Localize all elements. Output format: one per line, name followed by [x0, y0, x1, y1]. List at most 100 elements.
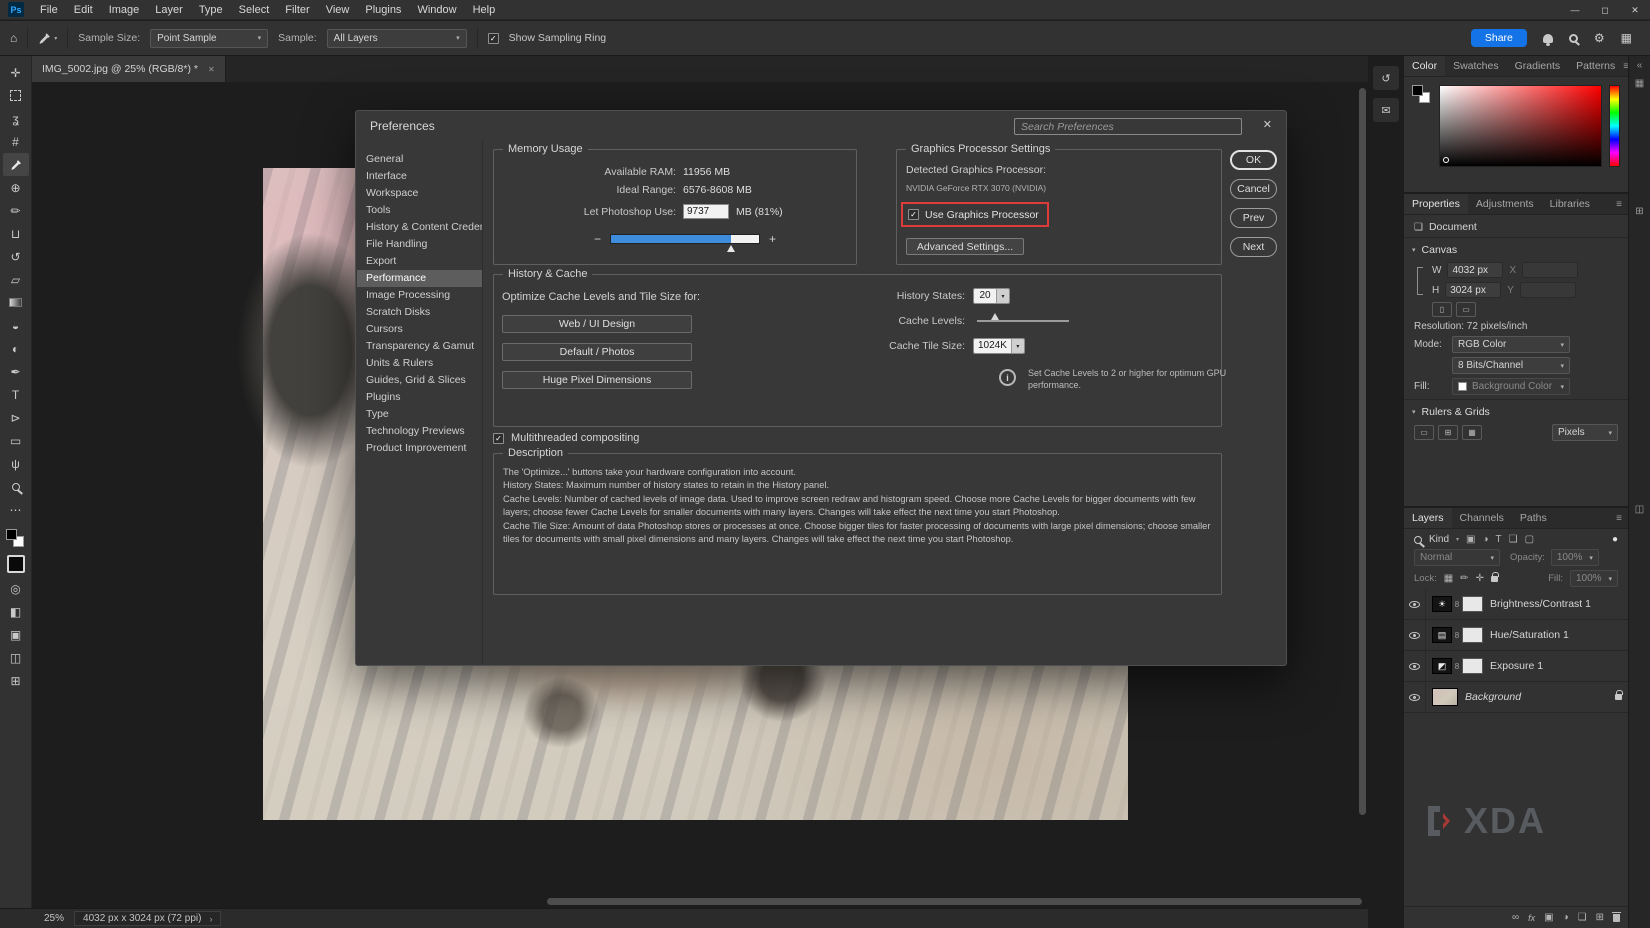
tab-patterns[interactable]: Patterns: [1568, 56, 1623, 76]
tab-adjustments[interactable]: Adjustments: [1468, 194, 1542, 214]
new-layer-icon[interactable]: ⊞: [1596, 912, 1604, 923]
screen-mode-button[interactable]: ◧: [3, 600, 29, 623]
cache-levels-slider[interactable]: [977, 320, 1069, 322]
foreground-swatch[interactable]: [1412, 85, 1423, 96]
layer-row[interactable]: ▤ 8 Hue/Saturation 1: [1404, 620, 1628, 651]
adjustment-thumbnail[interactable]: ▤: [1432, 627, 1452, 643]
menu-item-window[interactable]: Window: [409, 0, 464, 20]
layer-mask-thumbnail[interactable]: [1462, 596, 1483, 612]
workspace-icon[interactable]: ▦: [1635, 78, 1644, 89]
foreground-swatch[interactable]: [6, 529, 17, 540]
zoom-level[interactable]: 25%: [44, 913, 64, 924]
guides-toggle-button[interactable]: ▦: [1462, 425, 1482, 440]
share-button[interactable]: Share: [1471, 29, 1527, 47]
layer-name[interactable]: Brightness/Contrast 1: [1490, 598, 1591, 610]
dialog-close-icon[interactable]: ✕: [1263, 118, 1272, 131]
saturation-brightness-field[interactable]: [1439, 85, 1602, 167]
menu-item-image[interactable]: Image: [101, 0, 148, 20]
vertical-scrollbar[interactable]: [1359, 88, 1366, 815]
tab-properties[interactable]: Properties: [1404, 194, 1468, 214]
adjustment-thumbnail[interactable]: ☀: [1432, 596, 1452, 612]
canvas-section-header[interactable]: ▾ Canvas: [1404, 240, 1628, 260]
sidebar-item-plugins[interactable]: Plugins: [357, 389, 482, 406]
lasso-tool[interactable]: ʓ: [3, 107, 29, 130]
history-brush-tool[interactable]: ↺: [3, 245, 29, 268]
tab-gradients[interactable]: Gradients: [1507, 56, 1569, 76]
panel-dock-icon[interactable]: ◫: [1635, 504, 1644, 515]
tab-close-icon[interactable]: ✕: [208, 65, 215, 74]
filter-toggle-icon[interactable]: ●: [1612, 534, 1618, 545]
move-tool[interactable]: ✛: [3, 61, 29, 84]
filter-smart-object-icon[interactable]: ▢: [1525, 534, 1534, 545]
sidebar-item-units-rulers[interactable]: Units & Rulers: [357, 355, 482, 372]
visibility-toggle[interactable]: [1404, 620, 1426, 650]
sidebar-item-guides-grid-slices[interactable]: Guides, Grid & Slices: [357, 372, 482, 389]
sample-size-select[interactable]: Point Sample ▾: [150, 29, 268, 48]
eyedropper-preset-icon[interactable]: ▾: [38, 32, 57, 45]
zoom-tool[interactable]: [3, 475, 29, 498]
workspace-icon[interactable]: ▦: [1621, 31, 1632, 45]
landscape-orientation-button[interactable]: ▭: [1456, 302, 1476, 317]
history-panel-button[interactable]: ↺: [1373, 66, 1399, 90]
shape-tool[interactable]: ▭: [3, 429, 29, 452]
ram-slider-thumb[interactable]: [727, 245, 735, 252]
lock-position-icon[interactable]: ✛: [1476, 573, 1484, 584]
horizontal-scrollbar[interactable]: [547, 898, 1362, 905]
lock-all-icon[interactable]: [1491, 576, 1498, 582]
filter-type-icon[interactable]: T: [1496, 534, 1502, 545]
preset-web-button[interactable]: Web / UI Design: [502, 315, 692, 333]
marquee-tool[interactable]: [3, 84, 29, 107]
lock-paint-icon[interactable]: ✏: [1460, 573, 1468, 584]
grid-toggle-button[interactable]: ⊞: [1438, 425, 1458, 440]
layer-name[interactable]: Exposure 1: [1490, 660, 1543, 672]
slider-minus-icon[interactable]: −: [594, 232, 601, 246]
y-field[interactable]: [1520, 282, 1576, 298]
brush-tool[interactable]: ✏: [3, 199, 29, 222]
sampling-ring-checkbox[interactable]: ✓: [488, 33, 499, 44]
layer-name[interactable]: Hue/Saturation 1: [1490, 629, 1569, 641]
ram-slider-track[interactable]: [610, 234, 760, 244]
filter-pixel-icon[interactable]: ▣: [1466, 534, 1475, 545]
clone-stamp-tool[interactable]: ⊔: [3, 222, 29, 245]
bell-icon[interactable]: [1543, 34, 1553, 43]
delete-layer-icon[interactable]: [1613, 914, 1620, 922]
menu-item-plugins[interactable]: Plugins: [357, 0, 409, 20]
sidebar-item-tools[interactable]: Tools: [357, 202, 482, 219]
ok-button[interactable]: OK: [1230, 150, 1277, 170]
link-dimensions-icon[interactable]: [1417, 267, 1423, 295]
search-input[interactable]: [1014, 118, 1242, 135]
cache-levels-thumb[interactable]: [991, 313, 999, 320]
lock-transparent-icon[interactable]: ▦: [1444, 573, 1453, 584]
panel-menu-icon[interactable]: ≡: [1616, 199, 1622, 210]
height-field[interactable]: 3024 px: [1445, 282, 1501, 298]
sidebar-item-performance[interactable]: Performance: [357, 270, 482, 287]
home-icon[interactable]: ⌂: [10, 31, 17, 45]
layer-fill-select[interactable]: 100% ▾: [1570, 570, 1618, 587]
tab-swatches[interactable]: Swatches: [1445, 56, 1507, 76]
blend-mode-select[interactable]: Normal ▾: [1414, 549, 1500, 566]
panel-menu-icon[interactable]: ≡: [1616, 513, 1622, 524]
eraser-tool[interactable]: ▱: [3, 268, 29, 291]
healing-brush-tool[interactable]: ⊕: [3, 176, 29, 199]
preset-huge-button[interactable]: Huge Pixel Dimensions: [502, 371, 692, 389]
collapse-panels-icon[interactable]: «: [1637, 60, 1643, 71]
hand-tool[interactable]: ψ: [3, 452, 29, 475]
visibility-toggle[interactable]: [1404, 651, 1426, 681]
layer-mask-thumbnail[interactable]: [1462, 658, 1483, 674]
maximize-icon[interactable]: ◻: [1590, 0, 1620, 20]
foreground-color-swatch[interactable]: [7, 555, 25, 573]
width-field[interactable]: 4032 px: [1447, 262, 1503, 278]
sidebar-item-export[interactable]: Export: [357, 253, 482, 270]
history-states-select[interactable]: 20 ▾: [973, 288, 1010, 304]
menu-item-edit[interactable]: Edit: [66, 0, 101, 20]
sidebar-item-technology-previews[interactable]: Technology Previews: [357, 423, 482, 440]
sidebar-item-workspace[interactable]: Workspace: [357, 185, 482, 202]
type-tool[interactable]: T: [3, 383, 29, 406]
x-field[interactable]: [1522, 262, 1578, 278]
tab-libraries[interactable]: Libraries: [1542, 194, 1598, 214]
new-group-icon[interactable]: ❏: [1578, 912, 1587, 923]
canvas-fill-select[interactable]: Background Color ▾: [1452, 378, 1570, 395]
layer-name[interactable]: Background: [1465, 691, 1521, 703]
cancel-button[interactable]: Cancel: [1230, 179, 1277, 199]
search-icon[interactable]: [1569, 34, 1578, 43]
